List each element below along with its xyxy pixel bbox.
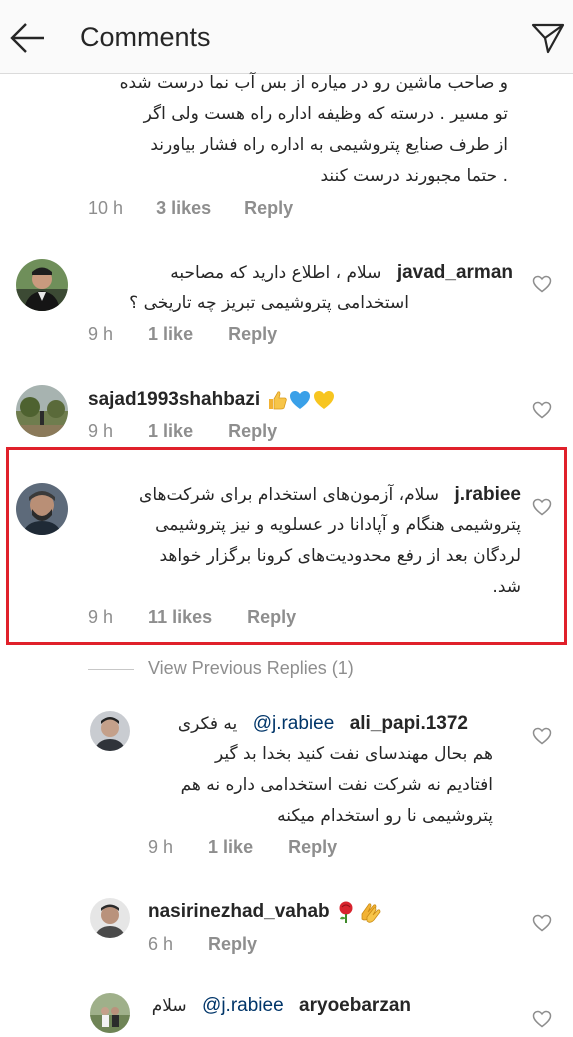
comment-header-line: j.rabiee سلام، آزمون‌های استخدام برای شر…	[88, 479, 521, 511]
comment-text: و صاحب ماشین رو در میاره از بس آب نما در…	[119, 73, 508, 186]
heart-icon[interactable]	[532, 498, 552, 516]
heart-icon[interactable]	[532, 401, 552, 419]
divider	[88, 669, 134, 670]
mention-link[interactable]: @j.rabiee	[202, 995, 284, 1016]
reply-button[interactable]: Reply	[228, 421, 277, 442]
comment-text: یه فکری	[177, 714, 238, 734]
rose-emoji-icon	[339, 901, 353, 923]
comment-text: استخدامی پتروشیمی تبریز چه تاریخی ؟	[129, 293, 409, 313]
comment-header-line: ali_papi.1372 @j.rabiee یه فکری	[146, 708, 468, 740]
username[interactable]: javad_arman	[397, 262, 513, 283]
avatar[interactable]	[90, 711, 130, 751]
reply-button[interactable]: Reply	[288, 837, 337, 858]
back-arrow-icon[interactable]	[10, 22, 46, 54]
comment-likes[interactable]: 1 like	[208, 837, 253, 858]
comment-meta: 9 h 1 like Reply	[148, 837, 337, 858]
reply-button[interactable]: Reply	[208, 934, 257, 955]
header-bar: Comments	[0, 0, 573, 74]
emoji-group	[335, 901, 383, 923]
heart-icon[interactable]	[532, 727, 552, 745]
mention-link[interactable]: @j.rabiee	[253, 713, 335, 734]
comment-time: 9 h	[88, 607, 114, 627]
comment-header-line: javad_arman سلام ، اطلاع دارید که مصاحبه	[88, 257, 513, 289]
avatar[interactable]	[90, 898, 130, 938]
comment-time: 9 h	[148, 837, 174, 857]
comment-header-line: nasirinezhad_vahab	[148, 896, 448, 928]
comment-meta: 9 h 1 like Reply	[88, 324, 277, 345]
reply-button[interactable]: Reply	[228, 324, 277, 345]
comment-text: سلام	[151, 996, 187, 1016]
paper-plane-icon[interactable]	[531, 22, 565, 54]
comment-text: سلام، آزمون‌های استخدام برای شرکت‌های	[139, 485, 440, 505]
avatar[interactable]	[16, 385, 68, 437]
heart-icon[interactable]	[532, 1010, 552, 1028]
heart-icon[interactable]	[532, 914, 552, 932]
comment-meta: 9 h 11 likes Reply	[88, 607, 296, 628]
comment-time: 6 h	[148, 934, 174, 954]
username[interactable]: aryoebarzan	[299, 995, 411, 1016]
comment-meta: 9 h 1 like Reply	[88, 421, 277, 442]
username[interactable]: sajad1993shahbazi	[88, 389, 260, 410]
thumbs-up-emoji-icon	[268, 391, 287, 410]
heart-icon[interactable]	[532, 275, 552, 293]
comment-likes[interactable]: 11 likes	[148, 607, 212, 628]
clapping-hands-emoji-icon	[361, 903, 381, 923]
comment-likes[interactable]: 3 likes	[156, 198, 211, 219]
avatar[interactable]	[90, 993, 130, 1033]
comment-text: هم بحال مهندسای نفت کنید بخدا بد گیر افت…	[180, 744, 493, 826]
comment-text: پتروشیمی هنگام و آپادانا در عسلویه و نیز…	[155, 515, 521, 597]
comment-time: 9 h	[88, 421, 114, 441]
reply-button[interactable]: Reply	[244, 198, 293, 219]
emoji-group	[266, 390, 336, 410]
comment-likes[interactable]: 1 like	[148, 421, 193, 442]
blue-heart-emoji-icon	[289, 391, 310, 409]
comment-time: 10 h	[88, 198, 124, 218]
yellow-heart-emoji-icon	[313, 391, 334, 409]
comment-meta: 10 h 3 likes Reply	[88, 198, 293, 219]
comment-header-line: aryoebarzan @j.rabiee سلام	[148, 990, 411, 1022]
username[interactable]: nasirinezhad_vahab	[148, 901, 330, 922]
username[interactable]: ali_papi.1372	[350, 713, 468, 734]
view-previous-replies-label: View Previous Replies (1)	[148, 658, 354, 678]
comment-likes[interactable]: 1 like	[148, 324, 193, 345]
comment-header-line: sajad1993shahbazi	[88, 384, 378, 416]
comment-meta: 6 h Reply	[148, 934, 257, 955]
comment-text: سلام ، اطلاع دارید که مصاحبه	[170, 263, 382, 283]
view-previous-replies-button[interactable]: View Previous Replies (1)	[88, 656, 378, 684]
username[interactable]: j.rabiee	[454, 484, 521, 505]
page-title: Comments	[80, 22, 211, 52]
avatar[interactable]	[16, 483, 68, 535]
comment-time: 9 h	[88, 324, 114, 344]
reply-button[interactable]: Reply	[247, 607, 296, 628]
avatar[interactable]	[16, 259, 68, 311]
